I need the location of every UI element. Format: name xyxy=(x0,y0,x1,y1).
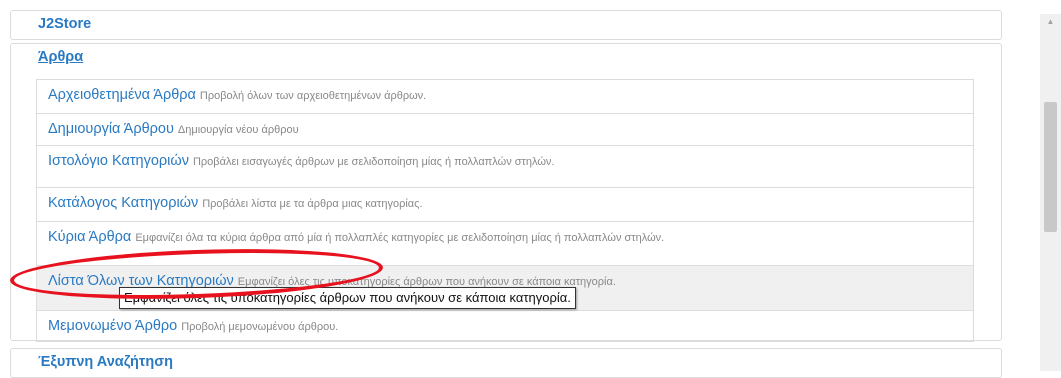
panel-title-smart-search[interactable]: Έξυπνη Αναζήτηση xyxy=(38,354,173,370)
item-description: Προβάλει εισαγωγές άρθρων με σελιδοποίησ… xyxy=(192,156,555,168)
panel-title-j2store[interactable]: J2Store xyxy=(38,16,91,32)
list-item-category-list[interactable]: Κατάλογος Κατηγοριών Προβάλει λίστα με τα… xyxy=(37,187,973,221)
item-name[interactable]: Κατάλογος Κατηγοριών xyxy=(48,195,198,211)
item-description: Εμφανίζει όλα τα κύρια άρθρα από μία ή π… xyxy=(135,232,665,244)
list-item-single-article[interactable]: Μεμονωμένο Άρθρο Προβολή μεμονωμένου άρθρ… xyxy=(37,310,973,341)
item-description: Προβάλει λίστα με τα άρθρα μιας κατηγορί… xyxy=(202,198,423,210)
vertical-scrollbar[interactable]: ▲ xyxy=(1040,14,1061,371)
list-item-category-blog[interactable]: Ιστολόγιο Κατηγοριών Προβάλει εισαγωγές ά… xyxy=(37,145,973,187)
list-item-create-article[interactable]: Δημιουργία Άρθρου Δημιουργία νέου άρθρου xyxy=(37,113,973,145)
item-name[interactable]: Κύρια Άρθρα xyxy=(48,229,131,245)
scroll-thumb[interactable] xyxy=(1044,102,1057,232)
item-description: Δημιουργία νέου άρθρου xyxy=(177,124,299,136)
list-item-archived-articles[interactable]: Αρχειοθετημένα Άρθρα Προβολή όλων των αρχ… xyxy=(37,80,973,113)
item-name[interactable]: Δημιουργία Άρθρου xyxy=(48,121,174,137)
item-name[interactable]: Ιστολόγιο Κατηγοριών xyxy=(48,153,189,169)
item-name[interactable]: Αρχειοθετημένα Άρθρα xyxy=(48,87,196,103)
item-name[interactable]: Μεμονωμένο Άρθρο xyxy=(48,318,177,334)
item-description: Προβολή όλων των αρχειοθετημένων άρθρων. xyxy=(199,90,427,102)
panel-title-articles[interactable]: Άρθρα xyxy=(38,49,83,65)
item-description: Προβολή μεμονωμένου άρθρου. xyxy=(181,321,339,333)
panel-smart-search[interactable]: Έξυπνη Αναζήτηση xyxy=(10,348,1002,378)
panel-j2store[interactable]: J2Store xyxy=(10,10,1002,40)
scroll-up-arrow-icon[interactable]: ▲ xyxy=(1040,14,1061,29)
